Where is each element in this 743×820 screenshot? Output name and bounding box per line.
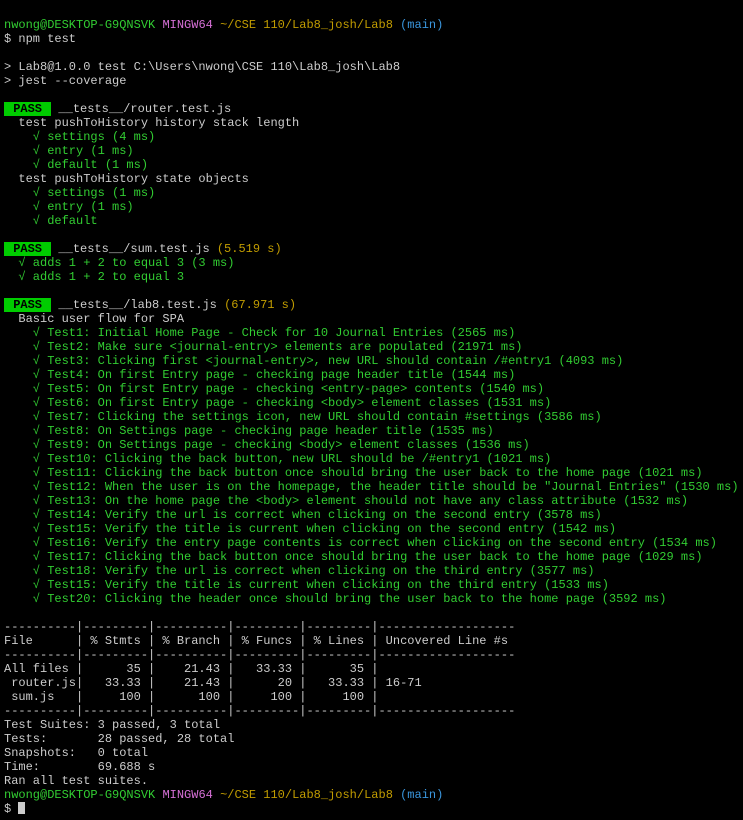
- prompt-line: nwong@DESKTOP-G9QNSVK MINGW64 ~/CSE 110/…: [4, 18, 443, 32]
- coverage-row: sum.js | 100 | 100 | 100 | 100 |: [4, 690, 378, 704]
- suite-header: PASS __tests__/router.test.js: [4, 102, 231, 116]
- output-line: > jest --coverage: [4, 74, 126, 88]
- test-line: √ Test5: On first Entry page - checking …: [4, 382, 544, 396]
- summary-line: Snapshots: 0 total: [4, 746, 148, 760]
- suite-header: PASS __tests__/sum.test.js (5.519 s): [4, 242, 282, 256]
- prompt-path: ~/CSE 110/Lab8_josh/Lab8: [220, 18, 393, 32]
- test-line: √ Test17: Clicking the back button once …: [4, 550, 703, 564]
- suite-header: PASS __tests__/lab8.test.js (67.971 s): [4, 298, 296, 312]
- test-line: √ Test13: On the home page the <body> el…: [4, 494, 688, 508]
- test-line: √ adds 1 + 2 to equal 3 (3 ms): [4, 256, 234, 270]
- test-line: √ Test16: Verify the entry page contents…: [4, 536, 717, 550]
- describe-line: test pushToHistory history stack length: [4, 116, 299, 130]
- test-line: √ Test15: Verify the title is current wh…: [4, 578, 609, 592]
- terminal-window[interactable]: nwong@DESKTOP-G9QNSVK MINGW64 ~/CSE 110/…: [0, 0, 743, 820]
- coverage-row: router.js| 33.33 | 21.43 | 20 | 33.33 | …: [4, 676, 422, 690]
- test-line: √ Test11: Clicking the back button once …: [4, 466, 703, 480]
- coverage-sep: ----------|---------|----------|--------…: [4, 620, 515, 634]
- test-line: √ Test3: Clicking first <journal-entry>,…: [4, 354, 623, 368]
- prompt-user: nwong@DESKTOP-G9QNSVK: [4, 788, 155, 802]
- cursor: [18, 802, 25, 814]
- coverage-header: File | % Stmts | % Branch | % Funcs | % …: [4, 634, 508, 648]
- test-line: √ Test14: Verify the url is correct when…: [4, 508, 602, 522]
- test-line: √ entry (1 ms): [4, 144, 134, 158]
- prompt-line: nwong@DESKTOP-G9QNSVK MINGW64 ~/CSE 110/…: [4, 788, 443, 802]
- test-line: √ default: [4, 214, 98, 228]
- test-line: √ Test12: When the user is on the homepa…: [4, 480, 739, 494]
- test-line: √ default (1 ms): [4, 158, 148, 172]
- command-line[interactable]: $: [4, 802, 25, 816]
- test-line: √ settings (4 ms): [4, 130, 155, 144]
- test-line: √ settings (1 ms): [4, 186, 155, 200]
- suite-file: __tests__/lab8.test.js: [58, 298, 216, 312]
- test-line: √ Test15: Verify the title is current wh…: [4, 522, 616, 536]
- test-line: √ Test9: On Settings page - checking <bo…: [4, 438, 530, 452]
- pass-badge: PASS: [4, 102, 51, 116]
- suite-time: (67.971 s): [224, 298, 296, 312]
- test-line: √ Test1: Initial Home Page - Check for 1…: [4, 326, 515, 340]
- prompt-dollar: $: [4, 802, 18, 816]
- coverage-sep: ----------|---------|----------|--------…: [4, 704, 515, 718]
- test-line: √ Test7: Clicking the settings icon, new…: [4, 410, 602, 424]
- summary-line: Test Suites: 3 passed, 3 total: [4, 718, 220, 732]
- prompt-branch: (main): [400, 18, 443, 32]
- test-line: √ adds 1 + 2 to equal 3: [4, 270, 184, 284]
- coverage-sep: ----------|---------|----------|--------…: [4, 648, 515, 662]
- describe-line: Basic user flow for SPA: [4, 312, 184, 326]
- pass-badge: PASS: [4, 242, 51, 256]
- output-line: > Lab8@1.0.0 test C:\Users\nwong\CSE 110…: [4, 60, 400, 74]
- describe-line: test pushToHistory state objects: [4, 172, 249, 186]
- test-line: √ Test18: Verify the url is correct when…: [4, 564, 595, 578]
- summary-line: Ran all test suites.: [4, 774, 148, 788]
- summary-line: Time: 69.688 s: [4, 760, 155, 774]
- prompt-user: nwong@DESKTOP-G9QNSVK: [4, 18, 155, 32]
- command-line: $ npm test: [4, 32, 76, 46]
- prompt-path: ~/CSE 110/Lab8_josh/Lab8: [220, 788, 393, 802]
- test-line: √ Test6: On first Entry page - checking …: [4, 396, 551, 410]
- suite-time: (5.519 s): [217, 242, 282, 256]
- pass-badge: PASS: [4, 298, 51, 312]
- test-line: √ Test4: On first Entry page - checking …: [4, 368, 515, 382]
- test-line: √ Test10: Clicking the back button, new …: [4, 452, 551, 466]
- suite-file: __tests__/router.test.js: [58, 102, 231, 116]
- suite-file: __tests__/sum.test.js: [58, 242, 209, 256]
- coverage-row: All files | 35 | 21.43 | 33.33 | 35 |: [4, 662, 378, 676]
- test-line: √ Test2: Make sure <journal-entry> eleme…: [4, 340, 522, 354]
- summary-line: Tests: 28 passed, 28 total: [4, 732, 234, 746]
- prompt-branch: (main): [400, 788, 443, 802]
- prompt-env: MINGW64: [162, 18, 212, 32]
- test-line: √ Test20: Clicking the header once shoul…: [4, 592, 667, 606]
- test-line: √ Test8: On Settings page - checking pag…: [4, 424, 494, 438]
- prompt-env: MINGW64: [162, 788, 212, 802]
- test-line: √ entry (1 ms): [4, 200, 134, 214]
